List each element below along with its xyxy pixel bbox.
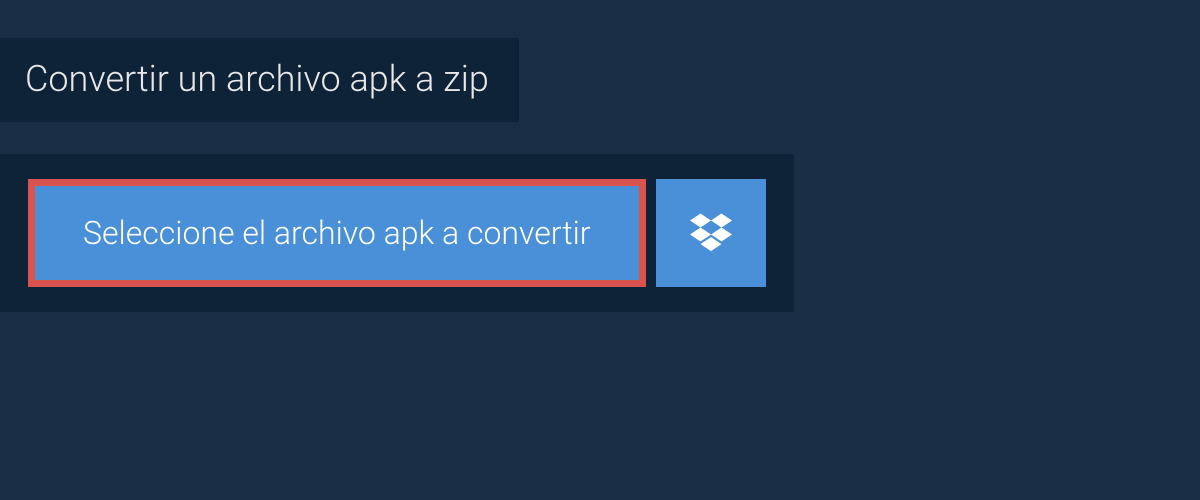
select-file-label: Seleccione el archivo apk a convertir [83, 214, 591, 252]
upload-panel: Seleccione el archivo apk a convertir [0, 154, 794, 312]
page-title: Convertir un archivo apk a zip [0, 38, 519, 122]
dropbox-button[interactable] [656, 179, 766, 287]
select-file-button[interactable]: Seleccione el archivo apk a convertir [28, 179, 646, 287]
button-row: Seleccione el archivo apk a convertir [28, 179, 766, 287]
dropbox-icon [690, 210, 732, 256]
